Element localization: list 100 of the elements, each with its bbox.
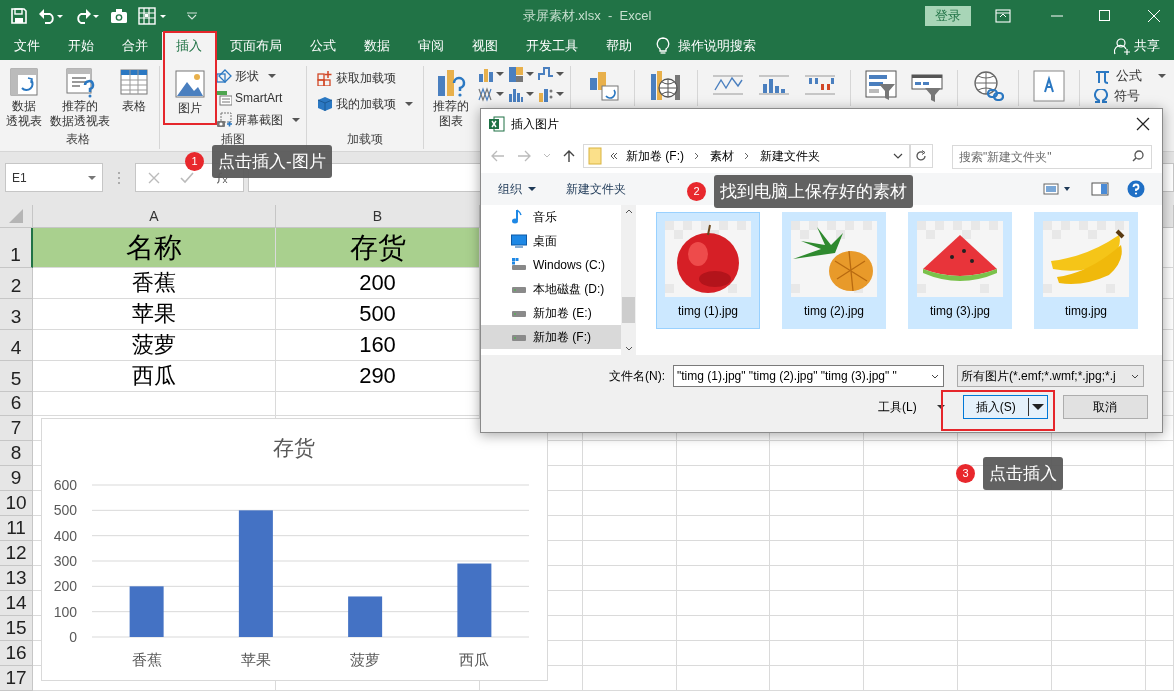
- header-cell: 存货: [276, 228, 480, 268]
- row-header[interactable]: 3: [0, 299, 33, 330]
- row-header[interactable]: 8: [0, 441, 33, 466]
- breadcrumb-item[interactable]: 新建文件夹: [760, 147, 820, 165]
- ribbon-button[interactable]: 数据 透视表: [3, 64, 45, 130]
- file-name: timg (2).jpg: [804, 303, 864, 320]
- ribbon-group-label: 加载项: [346, 131, 384, 148]
- file-tile[interactable]: timg.jpg: [1034, 212, 1138, 329]
- nav-item[interactable]: 新加卷 (E:): [481, 301, 621, 325]
- table-cell: 160: [276, 330, 480, 361]
- tell-me-search[interactable]: 操作说明搜索: [678, 36, 756, 56]
- ribbon-tab[interactable]: 文件: [0, 32, 54, 60]
- row-header[interactable]: 4: [0, 330, 33, 361]
- row-header[interactable]: 13: [0, 566, 33, 591]
- axis-label: 500: [53, 502, 77, 519]
- header-cell: 名称: [33, 228, 276, 268]
- field-label: 文件名(N):: [609, 368, 666, 385]
- row-header[interactable]: 9: [0, 466, 33, 491]
- organize-button[interactable]: 组织: [498, 180, 536, 198]
- equation-button[interactable]: 公式: [1094, 67, 1166, 85]
- file-type-dropdown[interactable]: 所有图片(*.emf;*.wmf;*.jpg;*.j: [957, 365, 1144, 387]
- ribbon-button[interactable]: 获取加载项: [317, 68, 413, 88]
- chart-title: 存货: [273, 436, 315, 459]
- file-tile[interactable]: timg (3).jpg: [908, 212, 1012, 329]
- row-header[interactable]: 12: [0, 541, 33, 566]
- row-header[interactable]: 11: [0, 516, 33, 541]
- nav-item[interactable]: 新加卷 (F:): [481, 325, 621, 349]
- ribbon-group-label: 插图: [220, 131, 246, 148]
- axis-label: 200: [53, 578, 77, 595]
- search-field[interactable]: 搜索"新建文件夹": [952, 145, 1152, 169]
- ribbon-tab[interactable]: 合并: [108, 32, 162, 60]
- ribbon-tab[interactable]: 视图: [458, 32, 512, 60]
- table-cell: 290: [276, 361, 480, 392]
- table-cell: 500: [276, 299, 480, 330]
- axis-label: 600: [53, 477, 77, 493]
- ribbon-group-label: 表格: [65, 131, 91, 148]
- row-header[interactable]: 16: [0, 641, 33, 666]
- ribbon-button[interactable]: 推荐的 图表: [430, 64, 472, 130]
- axis-label: 西瓜: [459, 651, 490, 668]
- table-cell: 200: [276, 268, 480, 299]
- callout-tooltip: 点击插入-图片: [212, 145, 332, 178]
- tools-button[interactable]: 工具(L): [878, 398, 945, 416]
- axis-label: 0: [69, 629, 77, 645]
- ribbon-button[interactable]: 屏幕截图: [216, 110, 300, 130]
- nav-item[interactable]: Windows (C:): [481, 253, 621, 277]
- file-name: timg.jpg: [1065, 303, 1107, 320]
- callout-tooltip: 找到电脑上保存好的素材: [714, 175, 913, 208]
- nav-item[interactable]: 桌面: [481, 229, 621, 253]
- nav-item[interactable]: 音乐: [481, 205, 621, 229]
- axis-label: 300: [53, 553, 77, 569]
- ribbon-tab[interactable]: 公式: [296, 32, 350, 60]
- row-header[interactable]: 2: [0, 268, 33, 299]
- ribbon-tab[interactable]: 帮助: [592, 32, 646, 60]
- table-cell: 西瓜: [33, 361, 276, 392]
- table-cell: 菠萝: [33, 330, 276, 361]
- row-header[interactable]: 1: [0, 228, 33, 268]
- file-name: timg (3).jpg: [930, 303, 990, 320]
- ribbon-tab[interactable]: 审阅: [404, 32, 458, 60]
- row-header[interactable]: 5: [0, 361, 33, 392]
- callout-tooltip: 点击插入: [983, 457, 1063, 490]
- ribbon-tab[interactable]: 插入: [162, 32, 216, 60]
- ribbon-button[interactable]: 表格: [115, 64, 153, 130]
- insert-button[interactable]: 插入(S): [962, 395, 1048, 419]
- dialog-title: 插入图片: [511, 116, 559, 133]
- breadcrumb-item[interactable]: 素材: [710, 147, 734, 165]
- row-header[interactable]: 14: [0, 591, 33, 616]
- ribbon-tab[interactable]: 数据: [350, 32, 404, 60]
- ribbon-tab[interactable]: 开始: [54, 32, 108, 60]
- new-folder-button[interactable]: 新建文件夹: [566, 180, 626, 198]
- table-cell: 苹果: [33, 299, 276, 330]
- ribbon-button[interactable]: 形状: [216, 66, 300, 86]
- row-header[interactable]: 7: [0, 416, 33, 441]
- breadcrumb-item[interactable]: 新加卷 (F:): [626, 147, 684, 165]
- row-header[interactable]: 6: [0, 392, 33, 416]
- file-name-field[interactable]: "timg (1).jpg" "timg (2).jpg" "timg (3).jpg" ": [673, 365, 944, 387]
- column-header[interactable]: A: [33, 205, 276, 227]
- ribbon-tab[interactable]: 开发工具: [512, 32, 592, 60]
- symbol-button[interactable]: 符号: [1094, 87, 1166, 105]
- cancel-button[interactable]: 取消: [1062, 395, 1148, 419]
- row-header[interactable]: 10: [0, 491, 33, 516]
- axis-label: 菠萝: [350, 651, 381, 668]
- window-title: 录屏素材.xlsx - Excel: [522, 6, 652, 25]
- share-button[interactable]: 共享: [1114, 32, 1160, 60]
- name-box[interactable]: E1: [5, 163, 103, 192]
- nav-item[interactable]: 本地磁盘 (D:): [481, 277, 621, 301]
- address-bar[interactable]: 新加卷 (F:) 素材 新建文件夹: [583, 144, 910, 168]
- file-tile[interactable]: timg (2).jpg: [782, 212, 886, 329]
- table-cell: 香蕉: [33, 268, 276, 299]
- sign-in-button[interactable]: 登录: [925, 5, 971, 26]
- ribbon-tab[interactable]: 页面布局: [216, 32, 296, 60]
- row-header[interactable]: 17: [0, 666, 33, 691]
- ribbon-button[interactable]: SmartArt: [216, 88, 300, 108]
- ribbon-button[interactable]: 图片: [166, 64, 214, 130]
- axis-label: 100: [53, 603, 77, 620]
- ribbon-button[interactable]: 我的加载项: [317, 94, 413, 114]
- ribbon-button[interactable]: 推荐的 数据透视表: [47, 64, 113, 130]
- file-tile[interactable]: timg (1).jpg: [656, 212, 760, 329]
- file-name: timg (1).jpg: [678, 303, 738, 320]
- row-header[interactable]: 15: [0, 616, 33, 641]
- axis-label: 香蕉: [131, 651, 162, 668]
